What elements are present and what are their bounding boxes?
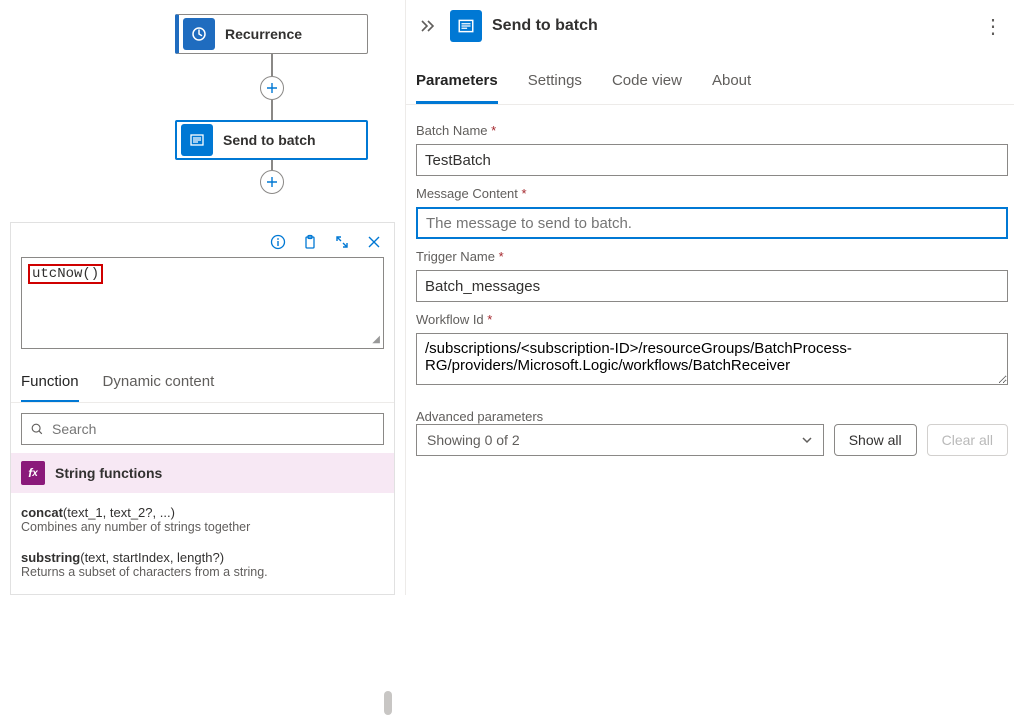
clear-all-button: Clear all — [927, 424, 1008, 456]
fn-args: (text, startIndex, length?) — [80, 550, 224, 565]
expand-icon[interactable] — [328, 229, 356, 255]
search-field[interactable] — [52, 421, 375, 437]
node-recurrence-label: Recurrence — [219, 26, 326, 42]
tab-function[interactable]: Function — [21, 367, 79, 402]
trigger-name-label: Trigger Name * — [416, 249, 1008, 264]
batch-name-label: Batch Name * — [416, 123, 1008, 138]
tab-code-view[interactable]: Code view — [612, 66, 682, 104]
tab-settings[interactable]: Settings — [528, 66, 582, 104]
message-content-input[interactable] — [416, 207, 1008, 239]
clipboard-icon[interactable] — [296, 229, 324, 255]
fn-name: concat — [21, 505, 63, 520]
show-all-button[interactable]: Show all — [834, 424, 917, 456]
function-item-substring[interactable]: substring(text, startIndex, length?) Ret… — [21, 544, 384, 589]
batch-name-input[interactable] — [416, 144, 1008, 176]
connector-line — [271, 160, 273, 170]
advanced-params-summary: Showing 0 of 2 — [427, 432, 520, 448]
info-icon[interactable] — [264, 229, 292, 255]
panel-tabs: Parameters Settings Code view About — [406, 52, 1014, 105]
clock-icon — [183, 18, 215, 50]
node-send-to-batch[interactable]: Send to batch — [175, 120, 368, 160]
expression-editor-panel: utcNow() ◢ Function Dynamic content fx S — [10, 222, 395, 595]
advanced-params-select[interactable]: Showing 0 of 2 — [416, 424, 824, 456]
add-step-button[interactable] — [260, 76, 284, 100]
fn-desc: Returns a subset of characters from a st… — [21, 565, 384, 579]
expression-value: utcNow() — [28, 264, 103, 284]
batch-icon — [181, 124, 213, 156]
fn-desc: Combines any number of strings together — [21, 520, 384, 534]
tab-dynamic-content[interactable]: Dynamic content — [103, 367, 215, 402]
function-search-input[interactable] — [21, 413, 384, 445]
advanced-params-label: Advanced parameters — [416, 409, 824, 424]
string-functions-header[interactable]: fx String functions — [11, 453, 394, 493]
collapse-panel-icon[interactable] — [416, 15, 440, 37]
workflow-canvas[interactable]: Recurrence Send to batch — [0, 0, 405, 210]
more-options-icon[interactable]: ⋮ — [979, 14, 1008, 39]
function-list: concat(text_1, text_2?, ...) Combines an… — [11, 493, 394, 594]
chevron-down-icon — [801, 434, 813, 446]
batch-icon — [450, 10, 482, 42]
search-icon — [30, 422, 44, 436]
fn-name: substring — [21, 550, 80, 565]
workflow-id-input[interactable] — [416, 333, 1008, 385]
expression-input[interactable]: utcNow() ◢ — [21, 257, 384, 349]
node-sendbatch-label: Send to batch — [217, 132, 340, 148]
connector-line — [271, 54, 273, 76]
fn-args: (text_1, text_2?, ...) — [63, 505, 175, 520]
trigger-name-input[interactable] — [416, 270, 1008, 302]
add-step-button[interactable] — [260, 170, 284, 194]
close-icon[interactable] — [360, 229, 388, 255]
function-item-concat[interactable]: concat(text_1, text_2?, ...) Combines an… — [21, 499, 384, 544]
string-functions-title: String functions — [55, 465, 162, 481]
scrollbar-thumb[interactable] — [384, 691, 392, 715]
panel-title: Send to batch — [492, 17, 969, 35]
connector-line — [271, 100, 273, 120]
expression-tabs: Function Dynamic content — [11, 357, 394, 403]
message-content-label: Message Content * — [416, 186, 1008, 201]
tab-about[interactable]: About — [712, 66, 751, 104]
tab-parameters[interactable]: Parameters — [416, 66, 498, 104]
workflow-id-label: Workflow Id * — [416, 312, 1008, 327]
node-recurrence[interactable]: Recurrence — [175, 14, 368, 54]
fx-icon: fx — [21, 461, 45, 485]
details-panel: Send to batch ⋮ Parameters Settings Code… — [405, 0, 1030, 595]
